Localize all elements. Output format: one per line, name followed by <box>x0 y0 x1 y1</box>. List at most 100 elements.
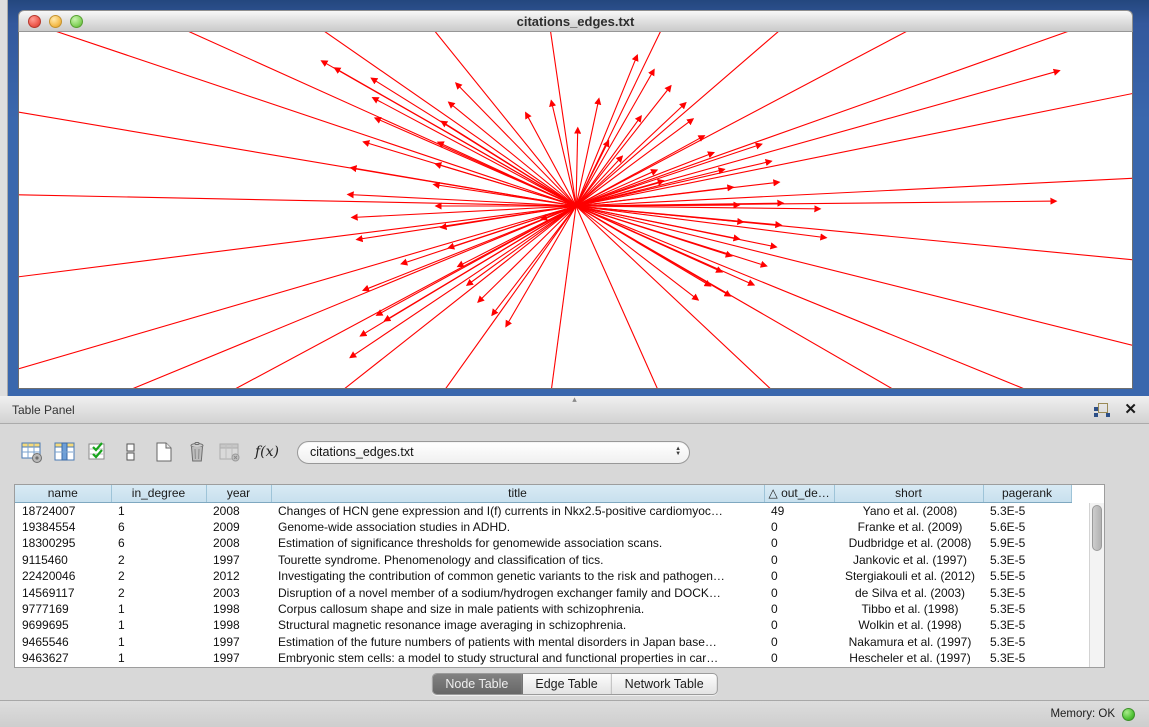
memory-indicator-icon[interactable] <box>1122 708 1135 721</box>
table-scrollbar[interactable] <box>1089 503 1104 667</box>
table-row[interactable]: 1872400712008Changes of HCN gene express… <box>15 502 1091 519</box>
table-cell[interactable]: de Silva et al. (2003) <box>834 585 983 601</box>
table-select-dropdown[interactable]: citations_edges.txt ▲▼ <box>297 441 690 464</box>
table-row[interactable]: 1938455462009Genome-wide association stu… <box>15 519 1091 535</box>
table-cell[interactable]: 9115460 <box>15 552 111 568</box>
network-window-titlebar[interactable]: citations_edges.txt <box>18 10 1133 32</box>
table-cell[interactable]: Embryonic stem cells: a model to study s… <box>271 650 764 666</box>
table-cell[interactable]: 0 <box>764 535 834 551</box>
table-row[interactable]: 946554611997Estimation of the future num… <box>15 634 1091 650</box>
table-row[interactable]: 969969511998Structural magnetic resonanc… <box>15 617 1091 633</box>
float-window-icon[interactable] <box>1094 403 1110 417</box>
column-header-out_de[interactable]: △ out_de… <box>764 485 834 502</box>
table-cell[interactable]: 5.5E-5 <box>983 568 1071 584</box>
table-cell[interactable]: 2008 <box>206 502 271 519</box>
table-cell[interactable]: Yano et al. (2008) <box>834 502 983 519</box>
column-header-in_degree[interactable]: in_degree <box>111 485 206 502</box>
table-cell[interactable]: 0 <box>764 617 834 633</box>
table-cell[interactable]: Jankovic et al. (1997) <box>834 552 983 568</box>
import-table-icon[interactable] <box>218 440 242 464</box>
table-cell[interactable]: 9463627 <box>15 650 111 666</box>
table-cell[interactable]: 5.3E-5 <box>983 601 1071 617</box>
table-cell[interactable]: Nakamura et al. (1997) <box>834 634 983 650</box>
close-button[interactable] <box>28 15 41 28</box>
table-cell[interactable]: 2003 <box>206 585 271 601</box>
table-cell[interactable]: 1 <box>111 502 206 519</box>
table-cell[interactable]: 1998 <box>206 601 271 617</box>
show-columns-icon[interactable] <box>53 440 77 464</box>
table-cell[interactable]: 5.3E-5 <box>983 650 1071 666</box>
table-cell[interactable]: 5.3E-5 <box>983 552 1071 568</box>
table-cell[interactable]: 6 <box>111 519 206 535</box>
table-settings-icon[interactable] <box>20 440 44 464</box>
table-cell[interactable]: 2008 <box>206 535 271 551</box>
table-cell[interactable]: 2012 <box>206 568 271 584</box>
column-header-pagerank[interactable]: pagerank <box>983 485 1071 502</box>
table-cell[interactable]: Tibbo et al. (1998) <box>834 601 983 617</box>
table-scrollbar-thumb[interactable] <box>1092 505 1102 551</box>
column-header-short[interactable]: short <box>834 485 983 502</box>
table-cell[interactable]: 0 <box>764 585 834 601</box>
table-cell[interactable]: 19384554 <box>15 519 111 535</box>
table-cell[interactable]: 1 <box>111 634 206 650</box>
table-cell[interactable]: 18300295 <box>15 535 111 551</box>
table-cell[interactable]: 14569117 <box>15 585 111 601</box>
table-cell[interactable]: Changes of HCN gene expression and I(f) … <box>271 502 764 519</box>
table-cell[interactable]: 2 <box>111 568 206 584</box>
table-row[interactable]: 977716911998Corpus callosum shape and si… <box>15 601 1091 617</box>
table-row[interactable]: 1830029562008Estimation of significance … <box>15 535 1091 551</box>
delete-table-icon[interactable] <box>185 440 209 464</box>
table-cell[interactable]: 0 <box>764 650 834 666</box>
table-cell[interactable]: Corpus callosum shape and size in male p… <box>271 601 764 617</box>
table-cell[interactable]: 1998 <box>206 617 271 633</box>
close-icon[interactable]: ✕ <box>1124 403 1137 417</box>
table-cell[interactable]: 0 <box>764 552 834 568</box>
table-cell[interactable]: 9699695 <box>15 617 111 633</box>
table-cell[interactable]: 9777169 <box>15 601 111 617</box>
table-cell[interactable]: Stergiakouli et al. (2012) <box>834 568 983 584</box>
tab-edge-table[interactable]: Edge Table <box>522 674 611 694</box>
table-cell[interactable]: 1997 <box>206 634 271 650</box>
function-builder-icon[interactable]: f(x) <box>255 444 279 460</box>
column-header-year[interactable]: year <box>206 485 271 502</box>
table-cell[interactable]: Franke et al. (2009) <box>834 519 983 535</box>
table-cell[interactable]: 2009 <box>206 519 271 535</box>
table-cell[interactable]: Investigating the contribution of common… <box>271 568 764 584</box>
table-cell[interactable]: Estimation of the future numbers of pati… <box>271 634 764 650</box>
splitter-handle-icon[interactable]: ▴ <box>572 394 577 405</box>
table-cell[interactable]: 2 <box>111 552 206 568</box>
table-cell[interactable]: 1997 <box>206 650 271 666</box>
table-cell[interactable]: 5.3E-5 <box>983 585 1071 601</box>
table-cell[interactable]: Estimation of significance thresholds fo… <box>271 535 764 551</box>
tab-network-table[interactable]: Network Table <box>612 674 717 694</box>
table-cell[interactable]: Dudbridge et al. (2008) <box>834 535 983 551</box>
table-row[interactable]: 946362711997Embryonic stem cells: a mode… <box>15 650 1091 666</box>
table-panel-header[interactable]: ▴ Table Panel ✕ <box>0 396 1149 424</box>
table-cell[interactable]: 2 <box>111 585 206 601</box>
zoom-button[interactable] <box>70 15 83 28</box>
column-header-name[interactable]: name <box>15 485 111 502</box>
table-cell[interactable]: Disruption of a novel member of a sodium… <box>271 585 764 601</box>
network-canvas[interactable] <box>18 32 1133 389</box>
new-table-icon[interactable] <box>152 440 176 464</box>
table-cell[interactable]: Structural magnetic resonance image aver… <box>271 617 764 633</box>
network-window[interactable]: citations_edges.txt <box>18 10 1133 389</box>
table-cell[interactable]: 0 <box>764 634 834 650</box>
table-row[interactable]: 911546021997Tourette syndrome. Phenomeno… <box>15 552 1091 568</box>
table-cell[interactable]: 5.3E-5 <box>983 617 1071 633</box>
table-cell[interactable]: 9465546 <box>15 634 111 650</box>
tab-node-table[interactable]: Node Table <box>432 674 522 694</box>
row-height-icon[interactable] <box>119 440 143 464</box>
table-cell[interactable]: 5.3E-5 <box>983 634 1071 650</box>
table-cell[interactable]: 1 <box>111 650 206 666</box>
table-cell[interactable]: 49 <box>764 502 834 519</box>
table-cell[interactable]: Tourette syndrome. Phenomenology and cla… <box>271 552 764 568</box>
table-cell[interactable]: 0 <box>764 601 834 617</box>
table-cell[interactable]: 1997 <box>206 552 271 568</box>
select-rows-icon[interactable] <box>86 440 110 464</box>
table-row[interactable]: 1456911722003Disruption of a novel membe… <box>15 585 1091 601</box>
table-cell[interactable]: Hescheler et al. (1997) <box>834 650 983 666</box>
table-cell[interactable]: 1 <box>111 617 206 633</box>
table-cell[interactable]: Wolkin et al. (1998) <box>834 617 983 633</box>
table-cell[interactable]: 0 <box>764 568 834 584</box>
